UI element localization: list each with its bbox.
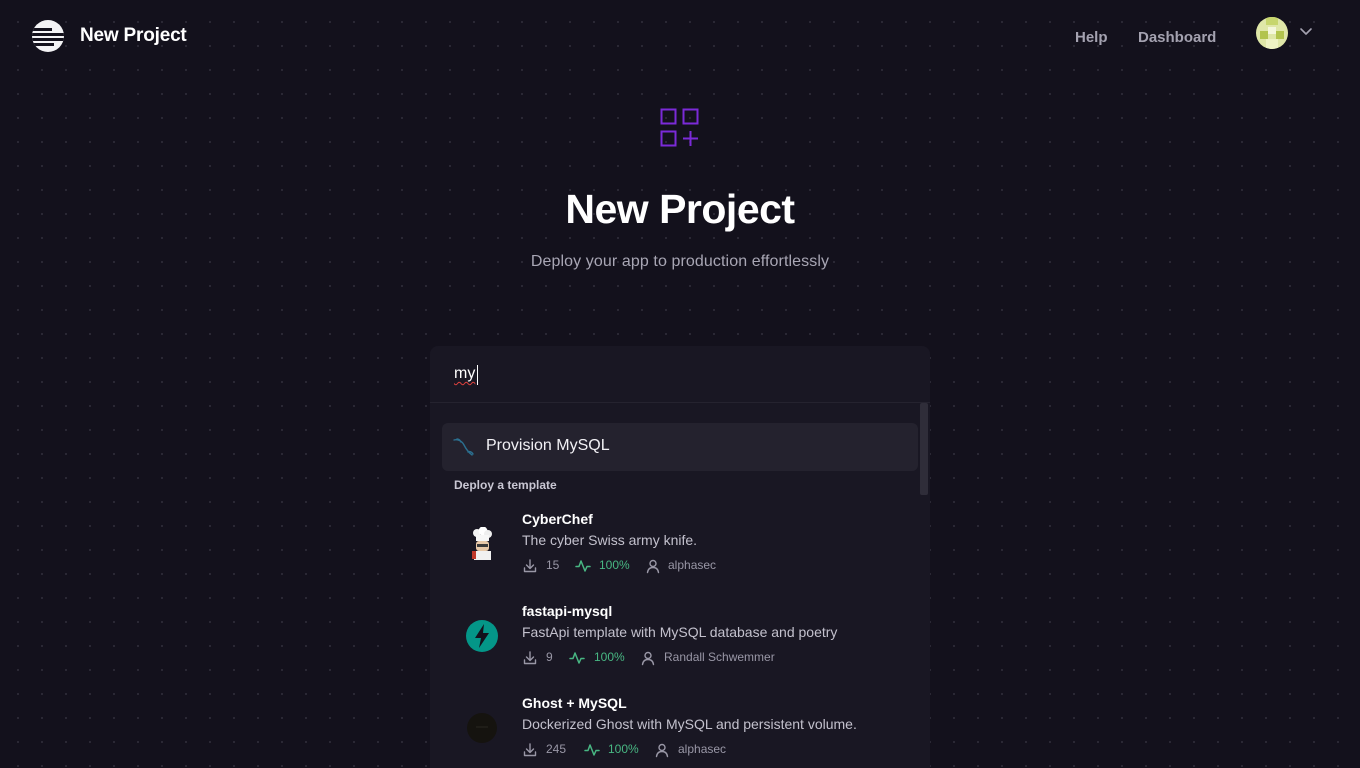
results-scrollbar[interactable] [920,403,928,768]
template-item-ghost-mysql[interactable]: Ghost + MySQL Dockerized Ghost with MySQ… [442,687,918,768]
template-item-fastapi-mysql[interactable]: fastapi-mysql FastApi template with MySQ… [442,595,918,683]
user-icon [655,743,669,758]
dashboard-link[interactable]: Dashboard [1138,29,1216,46]
section-heading: Deploy a template [454,478,557,492]
top-bar: New Project Help Dashboard [0,0,1360,72]
deploy-count: 245 [546,742,567,756]
deploy-count: 15 [546,558,560,572]
user-icon [646,559,660,574]
results-list: Provision MySQL Deploy a template CyberC… [430,403,930,768]
template-author: Randall Schwemmer [664,650,775,664]
user-icon [641,651,655,666]
search-input[interactable] [430,346,930,402]
template-author: alphasec [678,742,727,756]
template-name: Ghost + MySQL [522,695,627,711]
text-caret [477,365,478,385]
search-row: my [430,346,930,403]
health-percent: 100% [608,742,639,756]
command-palette: my Provision MySQL Deploy a template Cyb… [430,346,930,768]
download-icon [523,651,537,665]
page-subtitle: Deploy your app to production effortless… [530,253,830,270]
search-input-value: my [454,365,476,382]
health-percent: 100% [594,650,625,664]
page-title: New Project [565,186,795,232]
download-icon [523,559,537,573]
header-title: New Project [80,25,187,46]
template-description: Dockerized Ghost with MySQL and persiste… [522,716,857,732]
scrollbar-thumb[interactable] [920,403,928,495]
provision-mysql-option[interactable]: Provision MySQL [442,423,918,471]
health-percent: 100% [599,558,630,572]
template-name: fastapi-mysql [522,603,613,619]
template-name: CyberChef [522,511,593,527]
avatar [1256,17,1288,49]
template-item-cyberchef[interactable]: CyberChef The cyber Swiss army knife. 15… [442,503,918,591]
activity-icon [584,744,600,756]
ghost-icon [467,713,497,743]
activity-icon [569,652,585,664]
template-description: FastApi template with MySQL database and… [522,624,838,640]
template-description: The cyber Swiss army knife. [522,532,698,548]
activity-icon [575,560,591,572]
grid-plus-icon [660,108,699,147]
template-author: alphasec [668,558,717,572]
chef-icon [472,527,492,560]
fastapi-icon [466,620,498,652]
download-icon [523,743,537,757]
railway-logo-icon[interactable] [32,20,64,52]
account-menu[interactable] [1256,17,1316,49]
suggestion-label: Provision MySQL [486,437,610,454]
mysql-icon [453,438,474,456]
chevron-down-icon [1300,28,1312,35]
help-link[interactable]: Help [1075,29,1108,46]
deploy-count: 9 [546,650,553,664]
